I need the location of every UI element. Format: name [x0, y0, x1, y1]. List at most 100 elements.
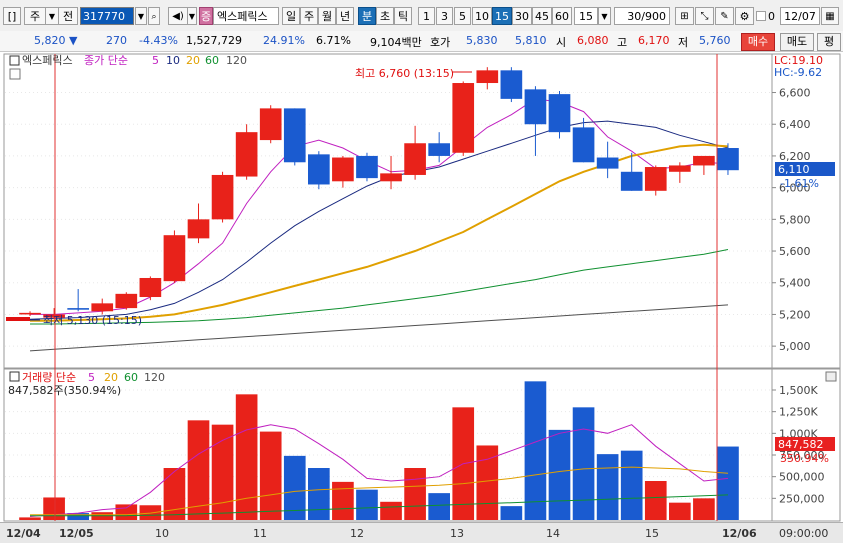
volume-bar — [332, 481, 354, 520]
interval-button-5[interactable]: 5 — [454, 7, 471, 25]
trade-value: 9,104백만 — [370, 36, 422, 49]
stock-code-input[interactable]: 317770 — [80, 7, 134, 25]
volume-tick-label: 1,250K — [779, 406, 818, 419]
price-tick-label: 5,200 — [779, 308, 811, 321]
interval-button-30[interactable]: 30 — [512, 7, 532, 25]
interval-button-1[interactable]: 1 — [418, 7, 435, 25]
date-field[interactable]: 12/07 — [780, 7, 820, 25]
volume-legend-label: 거래량 단순 — [22, 371, 76, 384]
candle-body — [620, 171, 643, 191]
volume-bar — [596, 454, 619, 520]
drawing-tool-icon[interactable]: ✎ — [715, 7, 734, 25]
high-label: 고 — [617, 36, 628, 49]
price-tick-label: 6,400 — [779, 118, 811, 131]
period-button-day[interactable]: 일 — [282, 7, 300, 25]
volume-pct-tag: 350.94% — [780, 452, 829, 465]
volume-bar — [572, 407, 595, 520]
interval-button-45[interactable]: 45 — [532, 7, 552, 25]
buy-button[interactable]: 매수 — [741, 33, 775, 51]
volume-legend-ma120: 120 — [144, 371, 165, 384]
current-price-tag: 6,110 — [778, 163, 810, 176]
x-label: 11 — [253, 527, 267, 540]
volume-bar — [717, 446, 739, 520]
price-tick-label: 5,800 — [779, 213, 811, 226]
market-dropdown-icon[interactable]: ▼ — [45, 7, 59, 25]
current-price: 5,820 — [34, 34, 66, 47]
chart-svg[interactable]: 6,6006,4006,2006,0005,8005,6005,4005,200… — [0, 52, 843, 522]
volume-bar — [548, 429, 571, 520]
price-tick-label: 5,000 — [779, 340, 811, 353]
price-tick-label: 5,400 — [779, 277, 811, 290]
period-button-minute[interactable]: 분 — [358, 7, 376, 25]
period-button-second[interactable]: 초 — [376, 7, 394, 25]
candle-body — [356, 155, 378, 179]
market-selector[interactable]: 주 — [24, 7, 46, 25]
chart-grid-icon[interactable]: ⊞ — [675, 7, 694, 25]
code-dropdown-icon[interactable]: ▼ — [135, 7, 147, 25]
candle-body — [91, 303, 114, 312]
candle-body — [332, 157, 354, 182]
option-checkbox[interactable] — [756, 11, 766, 21]
period-button-year[interactable]: 년 — [336, 7, 354, 25]
volume-tick-label: 1,500K — [779, 384, 818, 397]
volume-bar — [356, 489, 378, 520]
candle-body — [308, 154, 330, 185]
legend-ma20: 20 — [186, 54, 200, 67]
legend-toggle-box[interactable] — [9, 68, 21, 80]
candle-body — [572, 127, 595, 163]
volume-tag: 847,582 — [778, 438, 824, 451]
interval-button-10[interactable]: 10 — [472, 7, 492, 25]
candle-body — [283, 108, 306, 163]
scope-selector[interactable]: 전 — [58, 7, 78, 25]
volume-bar — [693, 498, 715, 520]
calendar-icon[interactable]: ▦ — [821, 7, 839, 25]
candle-body — [500, 70, 523, 99]
price-tick-label: 6,600 — [779, 87, 811, 100]
evaluate-button[interactable]: 평 — [817, 33, 841, 51]
legend-ma5: 5 — [152, 54, 159, 67]
open-price: 6,080 — [577, 34, 609, 47]
high-price: 6,170 — [638, 34, 670, 47]
period-button-month[interactable]: 월 — [318, 7, 336, 25]
legend-ma120: 120 — [226, 54, 247, 67]
candle-body — [163, 235, 186, 282]
bid-price: 5,810 — [515, 34, 547, 47]
speaker-icon[interactable]: ◀) — [168, 7, 188, 25]
volume-current-text: 847,582주(350.94%) — [8, 384, 121, 397]
candle-body — [596, 157, 619, 169]
interval-select-dropdown-icon[interactable]: ▼ — [598, 7, 611, 25]
interval-button-60[interactable]: 60 — [552, 7, 572, 25]
stock-name-display: 엑스페릭스 — [213, 7, 279, 25]
x-label: 12/05 — [59, 527, 94, 540]
volume-bar — [428, 493, 450, 520]
change-down-icon: ▼ — [69, 34, 78, 47]
open-label: 시 — [556, 36, 567, 49]
interval-button-15[interactable]: 15 — [492, 7, 512, 25]
volume-pane-collapse-icon[interactable] — [825, 371, 837, 382]
volume-ratio: 24.91% — [263, 34, 305, 47]
interval-button-3[interactable]: 3 — [436, 7, 453, 25]
interval-select[interactable]: 15 — [574, 7, 598, 25]
volume-bar — [163, 468, 186, 520]
x-label: 15 — [645, 527, 659, 540]
candle-body — [19, 312, 41, 315]
window-menu-button[interactable]: [] — [3, 7, 21, 25]
toolbar: [] 주 ▼ 전 317770 ▼ ⌕ ◀) ▼ 증 엑스페릭스 일 주 월 년… — [0, 0, 843, 32]
volume-legend-ma60: 60 — [124, 371, 138, 384]
search-icon[interactable]: ⌕ — [148, 7, 160, 25]
sell-button[interactable]: 매도 — [780, 33, 814, 51]
chart-area[interactable]: 6,600 6,400 6,200 6,000 5,800 5,600 5,400 5,200… — [0, 52, 843, 522]
zoom-chart-icon[interactable]: ⤡ — [695, 7, 714, 25]
settings-gear-icon[interactable]: ⚙ — [735, 7, 754, 25]
candle-body — [644, 167, 667, 191]
data-count-display[interactable]: 30/900 — [614, 7, 670, 25]
period-button-tick[interactable]: 틱 — [394, 7, 412, 25]
speaker-dropdown-icon[interactable]: ▼ — [187, 7, 197, 25]
x-label: 12/06 — [722, 527, 757, 540]
volume-legend-ma5: 5 — [88, 371, 95, 384]
stock-badge: 증 — [199, 7, 213, 25]
x-label: 10 — [155, 527, 169, 540]
period-button-week[interactable]: 주 — [300, 7, 318, 25]
ask-label: 호가 — [430, 36, 451, 49]
candle-body — [187, 219, 210, 239]
